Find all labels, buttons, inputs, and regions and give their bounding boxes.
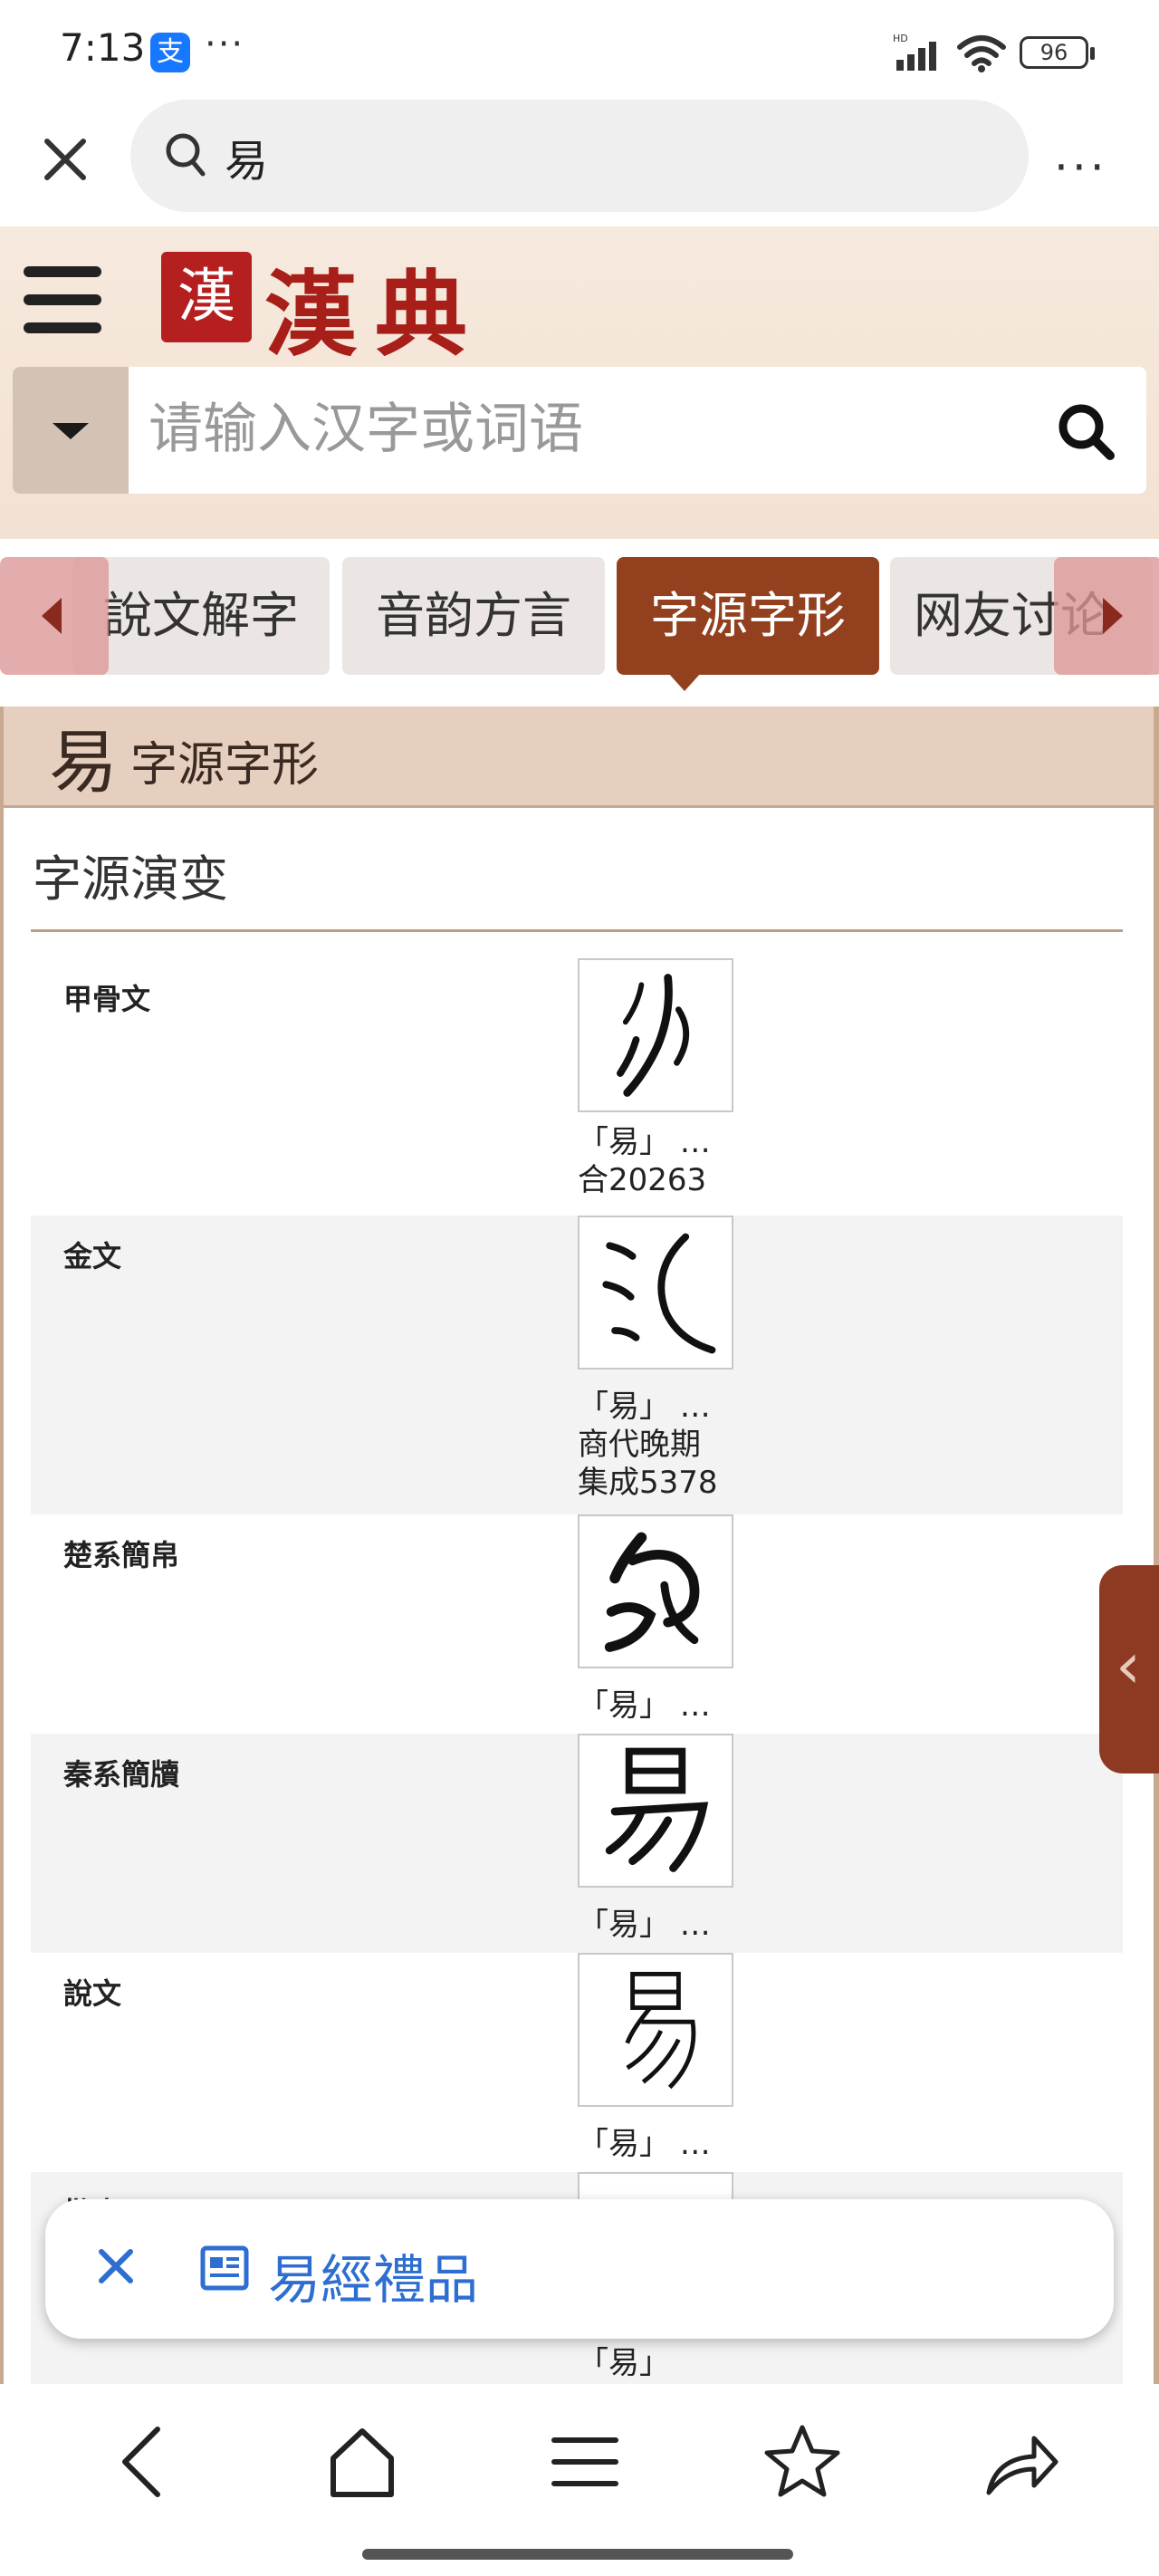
section-tabs: 說文解字 音韵方言 字源字形 网友讨论 [0, 539, 1159, 706]
bookmark-star-icon[interactable] [757, 2417, 848, 2507]
caret-right-icon [1103, 598, 1123, 634]
chevron-left-icon: ‹ [1116, 1629, 1141, 1703]
close-icon[interactable] [36, 130, 94, 188]
evolution-row: 金文 「易」 … 商代晚期 集成5378 [31, 1216, 1123, 1514]
site-search-bar [13, 367, 1146, 494]
side-drawer-handle[interactable]: ‹ [1099, 1565, 1159, 1773]
cellular-signal-icon: HD [893, 33, 936, 71]
gesture-home-indicator [362, 2549, 793, 2560]
caption-line: 商代晚期 [578, 1427, 701, 1463]
script-label: 說文 [63, 1976, 122, 2011]
caption-line: 合20263 [578, 1162, 707, 1198]
browser-search-field[interactable]: 易 [130, 100, 1029, 212]
more-notifications-icon: ··· [205, 24, 245, 65]
section-header: 易 字源字形 [4, 706, 1154, 808]
browser-toolbar: 易 ··· [0, 100, 1159, 226]
dropdown-arrow-icon [53, 423, 89, 439]
glyph-caption: 「易」 … 合20263 [578, 1123, 711, 1199]
glyph-caption: 「易」 … [578, 1906, 711, 1944]
caption-line: 「易」 … [578, 1687, 711, 1724]
tabs-scroll-left-button[interactable] [0, 557, 109, 675]
chu-bamboo-glyph-image[interactable] [578, 1514, 733, 1668]
close-icon[interactable] [89, 2239, 143, 2293]
evolution-row: 說文 「易」 … [31, 1953, 1123, 2172]
site-header: 漢 漢典 [0, 226, 1159, 539]
evolution-row: 楚系簡帛 「易」 … [31, 1514, 1123, 1734]
evolution-row: 甲骨文 「易」 … 合20263 [31, 958, 1123, 1216]
caption-line: 「易」 [578, 2345, 670, 2381]
evolution-row: 秦系簡牘 「易」 … [31, 1734, 1123, 1953]
caption-line: 「易」 … [578, 1124, 711, 1160]
share-icon[interactable] [974, 2417, 1065, 2507]
search-button-icon[interactable] [1054, 399, 1119, 465]
caret-left-icon [42, 598, 62, 634]
content-panel: 易 字源字形 字源演变 甲骨文 「易」 … 合20263 金文 「易」 … 商代… [0, 706, 1159, 2384]
caption-line: 集成5378 [578, 1465, 718, 1501]
script-label: 楚系簡帛 [63, 1538, 180, 1572]
promo-chip[interactable]: 易經禮品 [45, 2199, 1114, 2339]
caption-line: 「易」 … [578, 1389, 711, 1425]
status-bar: 7:13 支 ··· HD 96 [0, 0, 1159, 100]
search-type-dropdown[interactable] [13, 367, 129, 494]
tabs-scroll-right-button[interactable] [1054, 557, 1159, 675]
caption-line: 「易」 … [578, 2126, 711, 2162]
bronze-inscription-glyph-image[interactable] [578, 1216, 733, 1370]
script-label: 秦系簡牘 [63, 1757, 180, 1792]
browser-bottom-nav [0, 2384, 1159, 2576]
document-icon [200, 2245, 249, 2291]
glyph-caption: 「易」 … [578, 2125, 711, 2163]
active-tab-pointer [668, 673, 701, 691]
evolution-divider [31, 929, 1123, 932]
tab-shuowen[interactable]: 說文解字 [72, 557, 330, 675]
promo-chip-label: 易經禮品 [268, 2249, 479, 2311]
caption-line: 「易」 … [578, 1907, 711, 1943]
network-type-label: HD [893, 33, 908, 44]
menu-icon[interactable] [540, 2417, 630, 2507]
section-title: 字源字形 [130, 738, 320, 793]
back-arrow-icon[interactable] [98, 2417, 188, 2507]
home-icon[interactable] [317, 2417, 407, 2507]
qin-bamboo-glyph-image[interactable] [578, 1734, 733, 1888]
shuowen-seal-glyph-image[interactable] [578, 1953, 733, 2107]
glyph-caption: 「易」 … [578, 1687, 711, 1725]
evolution-title: 字源演变 [33, 851, 228, 908]
tab-label: 字源字形 [650, 587, 846, 644]
site-logo[interactable]: 漢典 [264, 241, 485, 374]
logo-seal[interactable]: 漢 [161, 252, 252, 342]
tab-character-origin[interactable]: 字源字形 [617, 557, 879, 675]
glyph-caption: 「易」 … 商代晚期 集成5378 [578, 1388, 718, 1502]
site-search-input[interactable] [148, 389, 982, 470]
battery-indicator: 96 [1020, 36, 1095, 69]
glyph-caption: 「易」 [578, 2344, 670, 2382]
search-icon [166, 133, 206, 177]
tab-label: 音韵方言 [376, 587, 571, 644]
oracle-bone-glyph-image[interactable] [578, 958, 733, 1112]
script-label: 甲骨文 [63, 982, 151, 1016]
browser-more-menu-icon[interactable]: ··· [1054, 141, 1108, 194]
tab-label: 說文解字 [103, 587, 299, 644]
wifi-icon [957, 35, 1006, 72]
status-time: 7:13 [60, 25, 146, 70]
script-label: 金文 [63, 1239, 122, 1274]
tab-phonology[interactable]: 音韵方言 [342, 557, 605, 675]
alipay-notification-icon: 支 [150, 33, 190, 72]
section-character: 易 [49, 722, 118, 803]
browser-query-text: 易 [225, 136, 269, 187]
hamburger-menu-icon[interactable] [24, 266, 101, 333]
